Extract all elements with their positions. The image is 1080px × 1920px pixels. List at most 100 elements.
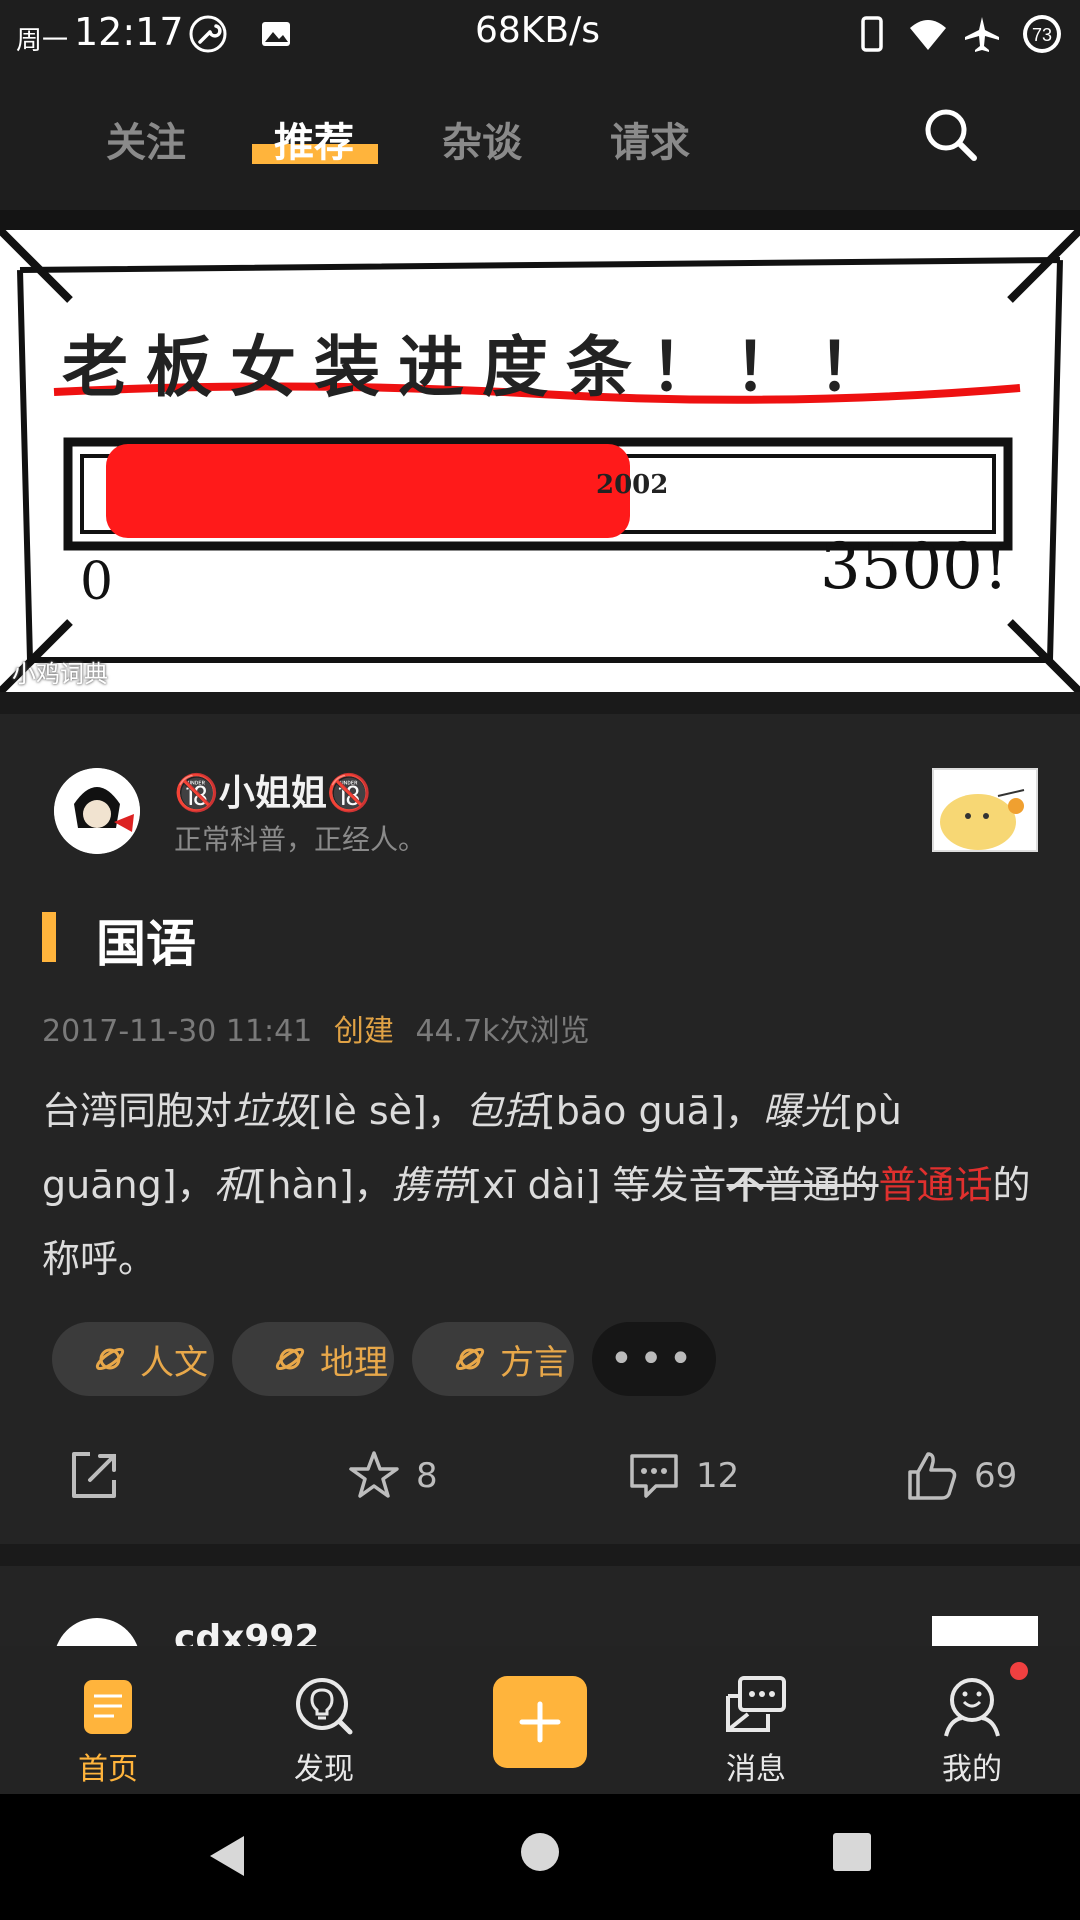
meme-banner[interactable]: 老板女装进度条！！！ 2002 0 3500! 小鸡词典 — [0, 230, 1080, 692]
profile-icon — [944, 1678, 1000, 1737]
created-label: 创建 — [333, 1014, 394, 1049]
post-thumbnail[interactable] — [932, 768, 1038, 852]
post-thumbnail[interactable] — [932, 1616, 1038, 1646]
wifi-icon — [910, 20, 946, 50]
nav-label: 消息 — [726, 1752, 786, 1787]
nav-label: 我的 — [942, 1752, 1002, 1787]
home-doc-icon — [84, 1680, 132, 1734]
body-strikethrough: 不普通的 — [727, 1163, 879, 1207]
avatar[interactable] — [54, 768, 140, 854]
discover-bulb-icon — [296, 1678, 353, 1735]
wrench-icon — [189, 15, 227, 53]
banner-frame — [0, 230, 1080, 692]
post-date: 2017-11-30 11:41 — [42, 1014, 313, 1049]
body-word: 垃圾 — [232, 1089, 309, 1133]
tag-list: 人文 地理 方言 ••• — [52, 1322, 1052, 1396]
post-meta: 2017-11-30 11:41 创建 44.7k次浏览 — [42, 1006, 590, 1050]
body-pinyin: [xī dài] 等发音 — [467, 1163, 727, 1207]
favorite-button[interactable]: 8 — [346, 1448, 438, 1504]
post-card[interactable]: cdx992 — [0, 1566, 1080, 1646]
nav-discover[interactable]: 发现 — [254, 1646, 394, 1794]
tag-chip[interactable]: 人文 — [52, 1322, 214, 1396]
home-circle-icon[interactable] — [520, 1832, 560, 1872]
body-pinyin: [bāo guā]， — [540, 1089, 763, 1133]
tab-chat[interactable]: 杂谈 — [442, 110, 522, 168]
message-icon — [726, 1676, 786, 1732]
back-icon[interactable] — [204, 1832, 248, 1880]
body-highlight-link[interactable]: 普通话 — [879, 1163, 993, 1207]
system-nav-bar — [0, 1794, 1080, 1920]
post-title[interactable]: 国语 — [96, 904, 196, 976]
create-post-button[interactable] — [493, 1676, 587, 1768]
nav-messages[interactable]: 消息 — [686, 1646, 826, 1794]
status-bar: 周一 12:17 68KB/s 73 — [0, 0, 1080, 64]
planet-icon — [95, 1347, 125, 1371]
planet-icon — [275, 1347, 305, 1371]
tag-chip[interactable]: 方言 — [412, 1322, 574, 1396]
banner-min: 0 — [80, 552, 114, 612]
author-name[interactable]: 🔞小姐姐🔞 — [174, 764, 372, 816]
title-accent-bar — [42, 912, 56, 962]
like-button[interactable]: 69 — [904, 1448, 1017, 1504]
tag-label: 人文 — [140, 1342, 208, 1383]
post-card[interactable]: 🔞小姐姐🔞 正常科普，正经人。 国语 2017-11-30 11:41 创建 4… — [0, 714, 1080, 1544]
banner-title: 老板女装进度条！！！ — [62, 328, 902, 406]
status-weekday: 周一 — [16, 26, 69, 56]
thumbs-up-icon — [908, 1452, 957, 1500]
body-strike-rest: 普通的 — [764, 1163, 879, 1207]
tab-recommend[interactable]: 推荐 — [274, 110, 354, 168]
battery-icon: 73 — [1023, 15, 1061, 53]
progress-fill — [106, 444, 630, 538]
notification-badge — [1010, 1662, 1028, 1680]
phone-icon — [861, 16, 883, 52]
comment-button[interactable]: 12 — [626, 1448, 739, 1504]
tag-label: 方言 — [500, 1342, 568, 1383]
tag-label: 地理 — [320, 1342, 388, 1383]
divider — [0, 1544, 1080, 1566]
tab-follow[interactable]: 关注 — [106, 110, 186, 168]
post-actions: 8 12 69 — [0, 1434, 1080, 1534]
author-bio: 正常科普，正经人。 — [174, 823, 427, 856]
network-speed: 68KB/s — [475, 10, 600, 51]
comment-icon — [630, 1454, 678, 1498]
recents-icon[interactable] — [832, 1832, 872, 1872]
bottom-nav: 首页 发现 消息 我的 — [0, 1646, 1080, 1794]
like-count: 69 — [974, 1456, 1018, 1496]
body-pinyin: [hàn]， — [252, 1163, 392, 1207]
banner-max: 3500! — [820, 530, 1009, 604]
share-icon — [72, 1452, 116, 1498]
search-icon[interactable] — [920, 104, 980, 164]
star-icon — [349, 1451, 399, 1498]
banner-year: 2002 — [596, 470, 669, 500]
post-body: 台湾同胞对垃圾[lè sè]，包括[bāo guā]，曝光[pù guāng]，… — [42, 1074, 1032, 1296]
nav-home[interactable]: 首页 — [38, 1646, 178, 1794]
view-count: 44.7k次浏览 — [415, 1014, 590, 1049]
top-tab-bar: 关注 推荐 杂谈 请求 — [0, 64, 1080, 210]
tab-request[interactable]: 请求 — [610, 110, 690, 168]
comment-count: 12 — [696, 1456, 740, 1496]
body-text-segment: 台湾同胞对 — [42, 1089, 233, 1133]
body-word: 携带 — [391, 1163, 468, 1207]
tag-chip[interactable]: 地理 — [232, 1322, 394, 1396]
divider — [0, 692, 1080, 714]
body-word: 和 — [214, 1163, 253, 1207]
body-word: 包括 — [464, 1089, 541, 1133]
share-button[interactable] — [66, 1448, 136, 1504]
favorite-count: 8 — [416, 1456, 438, 1496]
nav-label: 发现 — [294, 1752, 354, 1787]
svg-text:73: 73 — [1032, 25, 1052, 45]
status-time: 12:17 — [74, 10, 184, 54]
body-pinyin: [lè sè]， — [308, 1089, 465, 1133]
planet-icon — [455, 1347, 485, 1371]
plus-icon — [519, 1701, 561, 1743]
image-icon — [262, 22, 290, 46]
more-tags-button[interactable]: ••• — [592, 1322, 716, 1396]
avatar[interactable] — [54, 1618, 140, 1646]
banner-watermark: 小鸡词典 — [12, 660, 108, 688]
author-name[interactable]: cdx992 — [174, 1618, 319, 1646]
divider — [0, 210, 1080, 230]
body-word: 曝光 — [762, 1089, 839, 1133]
body-strike-bold: 不 — [726, 1163, 765, 1207]
airplane-icon — [965, 17, 999, 52]
nav-label: 首页 — [78, 1752, 138, 1787]
